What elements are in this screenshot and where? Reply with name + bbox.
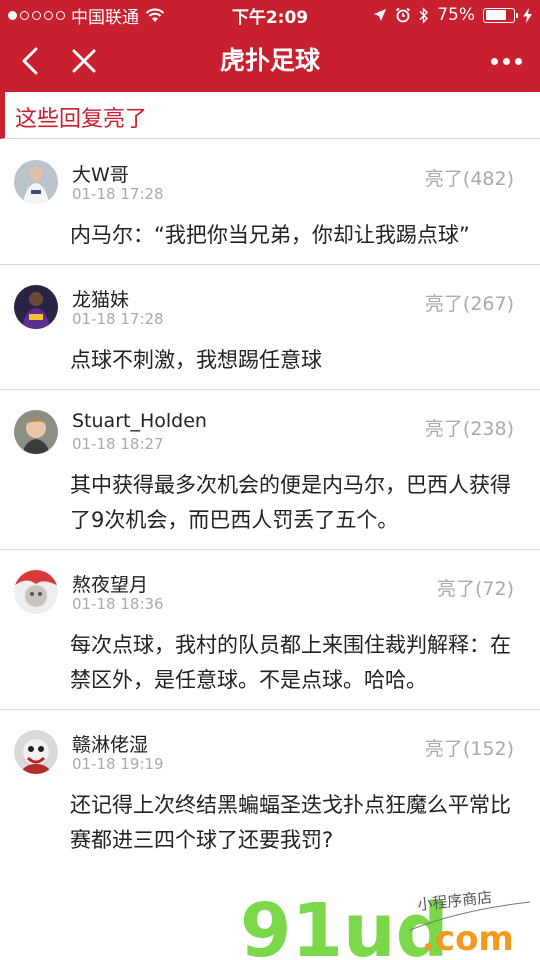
comment-item[interactable]: 赣淋佬湿 01-18 19:19 亮了(152) 还记得上次终结黑蝙蝠圣迭戈扑点…: [0, 710, 540, 870]
like-button[interactable]: 亮了(72): [437, 574, 514, 601]
user-name[interactable]: 大W哥: [72, 160, 129, 187]
status-bar: 中国联通 下午2:09 75%: [0, 0, 540, 30]
avatar[interactable]: [14, 410, 58, 454]
user-name[interactable]: 熬夜望月: [72, 570, 148, 597]
section-header: 这些回复亮了: [0, 92, 540, 139]
watermark-domain-text: .com: [422, 919, 514, 959]
status-right: 75%: [373, 5, 532, 25]
comment-item[interactable]: 大W哥 01-18 17:28 亮了(482) 内马尔：“我把你当兄弟，你却让我…: [0, 140, 540, 265]
user-name[interactable]: 赣淋佬湿: [72, 730, 148, 757]
carrier-label: 中国联通: [71, 7, 139, 28]
like-button[interactable]: 亮了(238): [425, 414, 514, 441]
comment-item[interactable]: 熬夜望月 01-18 18:36 亮了(72) 每次点球，我村的队员都上来围住裁…: [0, 550, 540, 710]
nav-bar: 虎扑足球: [0, 30, 540, 92]
wifi-icon: [145, 8, 165, 22]
more-dot: [490, 57, 498, 65]
user-name[interactable]: 龙猫妹: [72, 285, 129, 312]
bluetooth-icon: [419, 6, 429, 24]
like-button[interactable]: 亮了(267): [425, 289, 514, 316]
avatar[interactable]: [14, 160, 58, 204]
watermark-logo: 91ud .com 小程序商店: [240, 880, 540, 960]
battery-fill: [485, 10, 506, 20]
comment-time: 01-18 19:19: [72, 755, 164, 773]
comment-content: 点球不刺激，我想踢任意球: [70, 348, 322, 372]
watermark-tagline: 小程序商店: [417, 888, 493, 914]
comment-item[interactable]: Stuart_Holden 01-18 18:27 亮了(238) 其中获得最多…: [0, 390, 540, 550]
close-button[interactable]: [64, 44, 104, 78]
more-dot: [502, 57, 510, 65]
comment-item[interactable]: 龙猫妹 01-18 17:28 亮了(267) 点球不刺激，我想踢任意球: [0, 265, 540, 390]
avatar[interactable]: [14, 730, 58, 774]
comment-content: 内马尔：“我把你当兄弟，你却让我踢点球”: [70, 223, 470, 247]
section-title: 这些回复亮了: [15, 107, 148, 132]
more-dot: [514, 57, 522, 65]
watermark-logo-text: 91ud: [240, 888, 449, 960]
avatar[interactable]: [14, 570, 58, 614]
comment-content: 还记得上次终结黑蝙蝠圣迭戈扑点狂魔么平常比赛都进三四个球了还要我罚?: [70, 793, 511, 852]
user-name[interactable]: Stuart_Holden: [72, 410, 207, 432]
like-button[interactable]: 亮了(152): [425, 734, 514, 761]
avatar[interactable]: [14, 285, 58, 329]
comment-time: 01-18 17:28: [72, 310, 164, 328]
comment-time: 01-18 17:28: [72, 185, 164, 203]
comment-content: 其中获得最多次机会的便是内马尔，巴西人获得了9次机会，而巴西人罚丢了五个。: [70, 473, 511, 532]
close-icon: [72, 49, 96, 73]
comment-time: 01-18 18:36: [72, 595, 164, 613]
chevron-left-icon: [22, 47, 38, 75]
alarm-icon: [396, 7, 411, 23]
more-button[interactable]: [486, 44, 526, 78]
charging-bolt-icon: [523, 7, 532, 23]
battery-icon: [483, 7, 518, 23]
back-button[interactable]: [12, 44, 48, 78]
status-left: 中国联通: [0, 3, 200, 28]
comment-time: 01-18 18:27: [72, 435, 164, 453]
like-button[interactable]: 亮了(482): [425, 164, 514, 191]
comment-content: 每次点球，我村的队员都上来围住裁判解释：在禁区外，是任意球。不是点球。哈哈。: [70, 633, 511, 692]
signal-strength-icon: [8, 10, 65, 20]
battery-percent: 75%: [437, 5, 475, 25]
location-arrow-icon: [374, 9, 387, 21]
